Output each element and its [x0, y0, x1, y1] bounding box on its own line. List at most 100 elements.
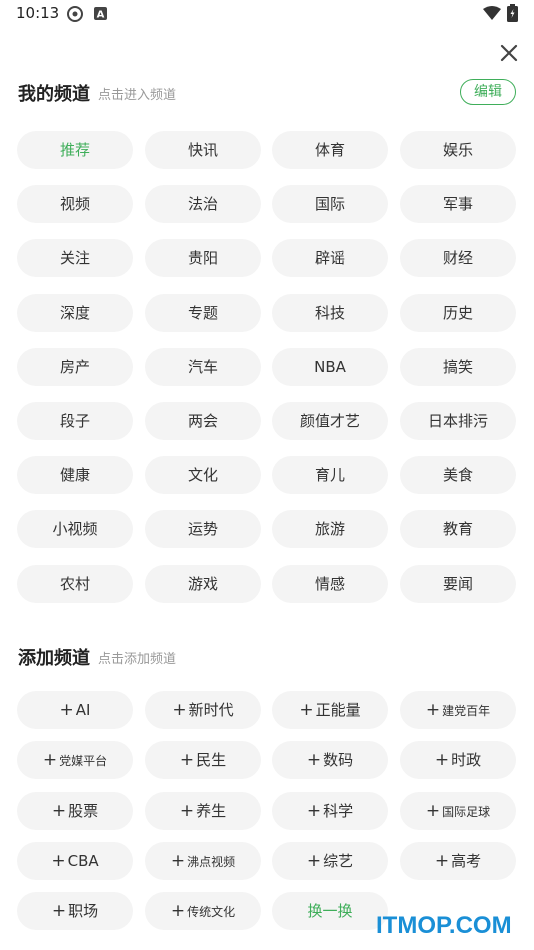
- add-channel-chip[interactable]: + 正能量: [272, 691, 388, 729]
- channel-chip[interactable]: 日本排污: [400, 402, 516, 440]
- channel-chip[interactable]: 运势: [145, 510, 261, 549]
- add-channel-chip[interactable]: + AI: [17, 691, 133, 729]
- add-channel-chip[interactable]: + 时政: [400, 741, 516, 780]
- channel-label: 汽车: [187, 357, 218, 376]
- channel-label: 辟谣: [314, 249, 345, 268]
- add-channel-chip[interactable]: + 传统文化: [145, 892, 261, 931]
- plus-icon: +: [42, 750, 58, 771]
- channel-chip[interactable]: 文化: [145, 456, 261, 495]
- plus-icon: +: [434, 750, 450, 771]
- channel-chip[interactable]: 辟谣: [272, 239, 388, 278]
- channel-chip[interactable]: 颜值才艺: [272, 402, 388, 440]
- channel-chip[interactable]: 小视频: [17, 510, 133, 549]
- add-channel-chip[interactable]: + 科学: [272, 791, 388, 830]
- add-channel-chip[interactable]: + 国际足球: [400, 791, 516, 830]
- add-channel-label: 国际足球: [442, 804, 491, 819]
- plus-icon: +: [306, 850, 322, 871]
- channel-chip[interactable]: 历史: [400, 293, 516, 332]
- channel-chip[interactable]: 关注: [17, 239, 133, 278]
- channel-chip[interactable]: 贵阳: [145, 239, 261, 278]
- add-channel-chip[interactable]: + 新时代: [145, 691, 261, 729]
- channel-chip[interactable]: 法治: [145, 185, 261, 224]
- add-channel-chip[interactable]: + 高考: [400, 841, 516, 880]
- channel-chip[interactable]: 国际: [272, 185, 388, 224]
- channel-chip[interactable]: 房产: [17, 347, 133, 386]
- plus-icon: +: [51, 850, 66, 871]
- channel-chip[interactable]: 汽车: [145, 347, 261, 386]
- add-channel-label: 科学: [323, 801, 354, 820]
- channel-label: 搞笑: [442, 357, 473, 376]
- add-channel-chip[interactable]: + 数码: [272, 741, 388, 780]
- add-channel-chip[interactable]: + 沸点视频: [145, 841, 261, 880]
- add-channel-chip[interactable]: + CBA: [17, 841, 133, 880]
- channel-label: 科技: [314, 303, 345, 322]
- plus-icon: +: [299, 700, 314, 720]
- plus-icon: +: [51, 901, 67, 922]
- add-channel-chip[interactable]: + 股票: [17, 791, 133, 830]
- plus-icon: +: [59, 700, 74, 720]
- add-channel-label: AI: [75, 701, 91, 719]
- channel-label: 财经: [442, 249, 473, 268]
- plus-icon: +: [306, 800, 322, 821]
- channel-chip[interactable]: 搞笑: [400, 347, 516, 386]
- channel-chip[interactable]: 深度: [17, 293, 133, 332]
- plus-icon: +: [434, 850, 450, 871]
- channel-chip[interactable]: 农村: [17, 564, 133, 603]
- add-channel-label: 数码: [323, 751, 354, 770]
- channel-chip[interactable]: 教育: [400, 510, 516, 549]
- channel-chip[interactable]: 美食: [400, 456, 516, 495]
- channel-chip[interactable]: 健康: [17, 456, 133, 495]
- channel-label: 历史: [442, 303, 473, 322]
- channel-chip[interactable]: 育儿: [272, 456, 388, 495]
- channel-chip[interactable]: 快讯: [145, 131, 261, 169]
- channel-label: 房产: [59, 357, 90, 376]
- channel-chip[interactable]: 体育: [272, 131, 388, 169]
- add-channel-label: 时政: [451, 751, 482, 770]
- channel-label: 国际: [314, 195, 345, 214]
- channel-label: 法治: [187, 195, 218, 214]
- add-channel-label: 民生: [196, 751, 227, 770]
- channel-label: 小视频: [52, 520, 98, 539]
- channel-chip[interactable]: 情感: [272, 564, 388, 603]
- svg-text:A: A: [97, 10, 105, 21]
- add-channel-chip[interactable]: + 民生: [145, 741, 261, 780]
- channel-label: 运势: [187, 520, 218, 539]
- close-icon[interactable]: [496, 40, 522, 66]
- channel-chip[interactable]: 视频: [17, 185, 133, 224]
- add-channel-label: 沸点视频: [187, 854, 236, 869]
- add-channel-label: 综艺: [323, 851, 354, 870]
- channel-label: 军事: [442, 195, 473, 214]
- channel-label: 关注: [59, 249, 90, 268]
- channel-label: 农村: [59, 574, 90, 593]
- channel-label: 推荐: [59, 141, 90, 159]
- channel-chip[interactable]: 军事: [400, 185, 516, 224]
- channel-chip[interactable]: 旅游: [272, 510, 388, 549]
- add-channel-chip[interactable]: + 建党百年: [400, 691, 516, 729]
- add-channel-chip[interactable]: + 养生: [145, 791, 261, 830]
- add-channel-chip[interactable]: + 职场: [17, 892, 133, 931]
- channel-chip[interactable]: 专题: [145, 293, 261, 332]
- watermark-logo: ITMOP.COM: [376, 912, 512, 939]
- channel-chip[interactable]: 段子: [17, 402, 133, 440]
- channel-label: NBA: [314, 357, 346, 376]
- channel-chip[interactable]: 科技: [272, 293, 388, 332]
- channel-chip[interactable]: NBA: [272, 347, 388, 386]
- channel-chip[interactable]: 游戏: [145, 564, 261, 603]
- channel-chip[interactable]: 推荐: [17, 131, 133, 169]
- channel-chip[interactable]: 娱乐: [400, 131, 516, 169]
- channel-chip[interactable]: 两会: [145, 402, 261, 440]
- channel-label: 情感: [314, 574, 345, 593]
- channel-label: 美食: [442, 466, 473, 485]
- status-time: 10:13: [16, 4, 60, 22]
- add-channel-label: 建党百年: [442, 704, 491, 718]
- add-channel-chip[interactable]: + 党媒平台: [17, 741, 133, 780]
- swap-button[interactable]: 换一换: [272, 892, 388, 931]
- plus-icon: +: [179, 750, 195, 771]
- channel-label: 颜值才艺: [299, 412, 360, 430]
- channel-chip[interactable]: 要闻: [400, 564, 516, 603]
- plus-icon: +: [170, 850, 186, 871]
- channel-chip[interactable]: 财经: [400, 239, 516, 278]
- edit-button[interactable]: 编辑: [460, 79, 516, 105]
- plus-icon: +: [425, 800, 441, 821]
- add-channel-chip[interactable]: + 综艺: [272, 841, 388, 880]
